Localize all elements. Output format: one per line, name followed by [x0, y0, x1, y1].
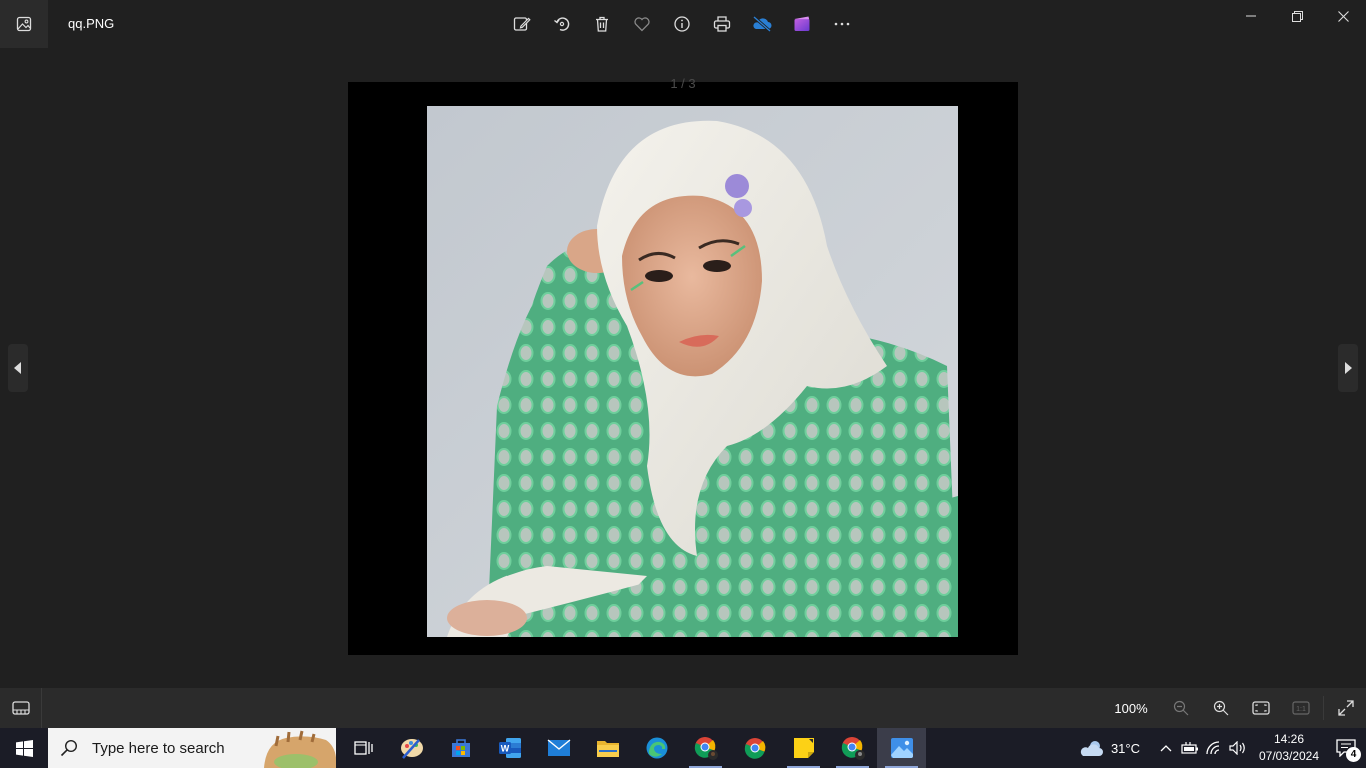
onedrive-icon[interactable] [742, 4, 782, 44]
taskbar-search-box[interactable]: Type here to search [48, 728, 336, 768]
search-icon [60, 739, 78, 757]
window-controls [1228, 0, 1366, 32]
edit-image-icon[interactable] [502, 4, 542, 44]
more-options-icon[interactable] [822, 4, 862, 44]
cloudy-weather-icon [1080, 741, 1103, 756]
actual-size-icon[interactable]: 1:1 [1281, 688, 1321, 728]
volume-icon[interactable] [1226, 728, 1250, 768]
zoom-out-icon[interactable] [1161, 688, 1201, 728]
edge-icon[interactable] [632, 728, 681, 768]
divider [1323, 696, 1324, 720]
file-name: qq.PNG [68, 16, 115, 31]
restore-icon[interactable] [1274, 0, 1320, 32]
delete-icon[interactable] [582, 4, 622, 44]
close-icon[interactable] [1320, 0, 1366, 32]
previous-image-button[interactable] [8, 344, 28, 392]
image-frame: 1 / 3 [348, 76, 1018, 655]
filmstrip-icon[interactable] [0, 688, 42, 728]
sticky-notes-icon[interactable] [779, 728, 828, 768]
title-bar: qq.PNG [0, 0, 1366, 48]
zoom-controls: 100% 1:1 [1101, 688, 1366, 728]
notification-badge: 4 [1346, 747, 1361, 762]
search-input[interactable]: Type here to search [92, 740, 225, 757]
clock-time: 14:26 [1273, 732, 1305, 746]
chevron-up-icon[interactable] [1154, 728, 1178, 768]
image-toolbar [502, 4, 862, 44]
clock[interactable]: 14:26 07/03/2024 [1252, 731, 1326, 765]
word-icon[interactable]: W [485, 728, 534, 768]
photos-icon[interactable] [877, 728, 926, 768]
next-image-button[interactable] [1338, 344, 1358, 392]
print-icon[interactable] [702, 4, 742, 44]
taskbar: Type here to search W 31°C 14:26 07/03/2… [0, 728, 1366, 768]
favorite-icon[interactable] [622, 4, 662, 44]
page-indicator: 1 / 3 [670, 76, 696, 91]
chrome-profile-2-icon[interactable] [828, 728, 877, 768]
clock-date: 07/03/2024 [1258, 749, 1320, 763]
image-viewer: 1 / 3 [0, 48, 1366, 688]
weather-widget[interactable]: 31°C [1079, 738, 1140, 758]
chrome-icon[interactable] [730, 728, 779, 768]
notification-center-icon[interactable]: 4 [1326, 728, 1366, 768]
weather-temperature: 31°C [1110, 740, 1140, 756]
svg-text:W: W [500, 744, 509, 754]
svg-text:1:1: 1:1 [1296, 706, 1306, 713]
task-view-icon[interactable] [338, 728, 387, 768]
zoom-level[interactable]: 100% [1101, 701, 1161, 716]
bottom-bar: 100% 1:1 [0, 688, 1366, 728]
video-editor-icon[interactable] [782, 4, 822, 44]
chrome-profile-icon[interactable] [681, 728, 730, 768]
windows-start-icon[interactable] [0, 728, 48, 768]
rotate-icon[interactable] [542, 4, 582, 44]
wifi-icon[interactable] [1202, 728, 1226, 768]
search-highlight-image [256, 728, 336, 768]
mail-icon[interactable] [534, 728, 583, 768]
microsoft-store-icon[interactable] [436, 728, 485, 768]
zoom-in-icon[interactable] [1201, 688, 1241, 728]
file-explorer-icon[interactable] [583, 728, 632, 768]
system-tray: 31°C 14:26 07/03/2024 4 [1079, 728, 1366, 768]
paint-app-icon[interactable] [387, 728, 436, 768]
minimize-icon[interactable] [1228, 0, 1274, 32]
fullscreen-icon[interactable] [1326, 688, 1366, 728]
file-info-icon[interactable] [662, 4, 702, 44]
battery-icon[interactable] [1178, 728, 1202, 768]
taskbar-apps: W [338, 728, 926, 768]
photos-app-icon[interactable] [0, 0, 48, 48]
fit-to-window-icon[interactable] [1241, 688, 1281, 728]
portrait-photo[interactable] [427, 106, 958, 637]
